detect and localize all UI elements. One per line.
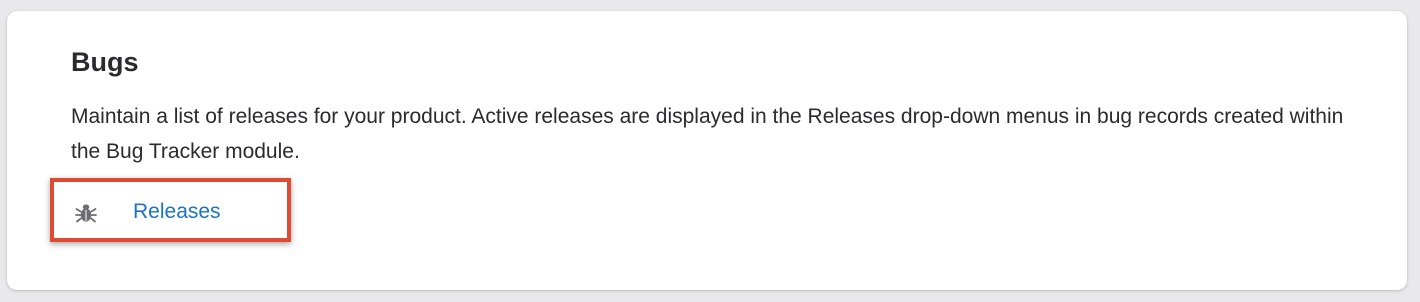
releases-link[interactable]: Releases — [133, 198, 221, 226]
releases-link-item[interactable]: Releases — [50, 178, 291, 242]
bug-icon — [75, 202, 97, 224]
bugs-card: Bugs Maintain a list of releases for you… — [7, 11, 1407, 290]
card-description: Maintain a list of releases for your pro… — [71, 105, 1344, 163]
card-title: Bugs — [71, 47, 139, 77]
